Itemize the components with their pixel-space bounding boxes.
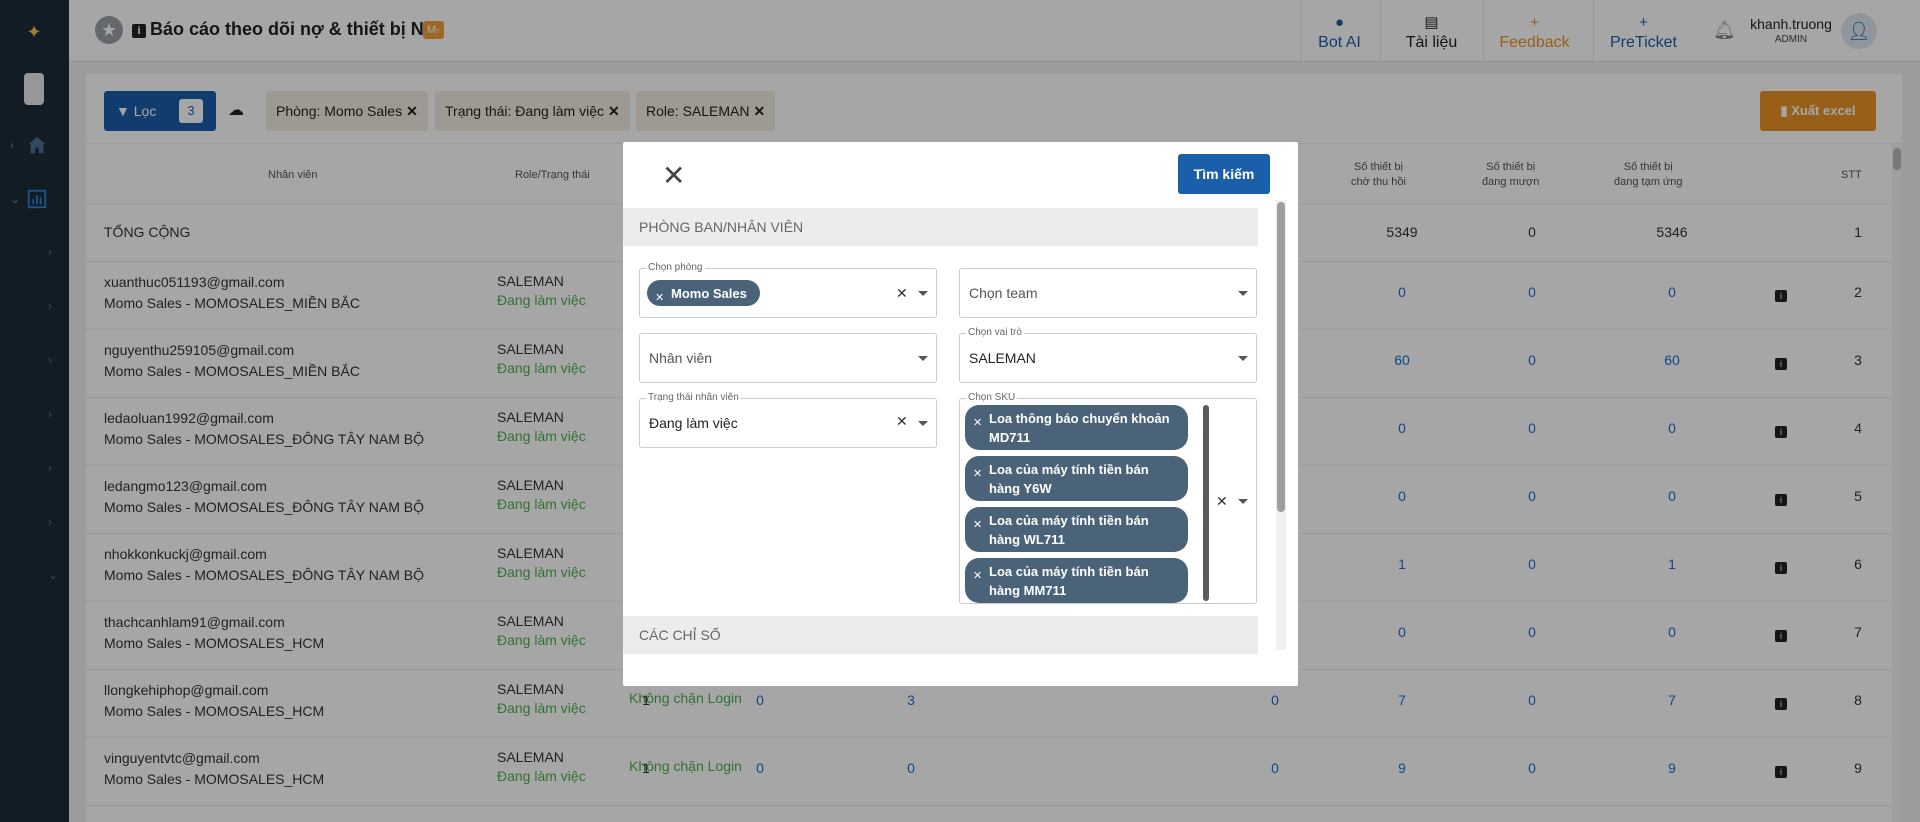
close-icon[interactable]: ✕ xyxy=(662,162,685,190)
section-metrics: CÁC CHỈ SỐ xyxy=(623,616,1258,654)
dept-tag: ✕ Momo Sales xyxy=(647,280,760,306)
sku-tag: ✕ Loa của máy tính tiền bán hàng Y6W xyxy=(965,456,1188,501)
dept-select[interactable]: Chọn phòng ✕ Momo Sales ✕ xyxy=(639,262,937,318)
chevron-down-icon[interactable] xyxy=(1238,291,1248,296)
chevron-down-icon[interactable] xyxy=(1238,499,1248,504)
clear-icon[interactable]: ✕ xyxy=(1216,493,1228,510)
remove-tag-icon[interactable]: ✕ xyxy=(655,289,664,308)
sku-tag: ✕ Loa thông báo chuyển khoản MD711 xyxy=(965,405,1188,450)
remove-tag-icon[interactable]: ✕ xyxy=(973,567,982,586)
employee-select[interactable]: Nhân viên xyxy=(639,333,937,383)
role-select[interactable]: Chọn vai trò SALEMAN xyxy=(959,327,1257,383)
sku-tag: ✕ Loa của máy tính tiền bán hàng MM711 xyxy=(965,558,1188,603)
chevron-down-icon[interactable] xyxy=(918,356,928,361)
chevron-down-icon[interactable] xyxy=(918,291,928,296)
chevron-down-icon[interactable] xyxy=(918,421,928,426)
clear-icon[interactable]: ✕ xyxy=(896,285,908,302)
clear-icon[interactable]: ✕ xyxy=(896,413,908,430)
employee-status-select[interactable]: Trạng thái nhân viên Đang làm việc ✕ xyxy=(639,392,937,448)
search-button[interactable]: Tìm kiếm xyxy=(1178,154,1270,194)
chevron-down-icon[interactable] xyxy=(1238,356,1248,361)
sku-tag: ✕ Loa của máy tính tiền bán hàng WL711 xyxy=(965,507,1188,552)
remove-tag-icon[interactable]: ✕ xyxy=(973,414,982,433)
modal-scrollbar[interactable] xyxy=(1276,200,1286,650)
sku-select[interactable]: Chọn SKU ✕ Loa thông báo chuyển khoản MD7… xyxy=(959,392,1257,604)
remove-tag-icon[interactable]: ✕ xyxy=(973,516,982,535)
sku-scrollbar[interactable] xyxy=(1203,405,1209,601)
team-select[interactable]: Chọn team xyxy=(959,268,1257,318)
remove-tag-icon[interactable]: ✕ xyxy=(973,465,982,484)
section-dept-employee: PHÒNG BAN/NHÂN VIÊN xyxy=(623,208,1258,246)
filter-modal: ✕ Tìm kiếm PHÒNG BAN/NHÂN VIÊN Chọn phòn… xyxy=(623,142,1298,686)
